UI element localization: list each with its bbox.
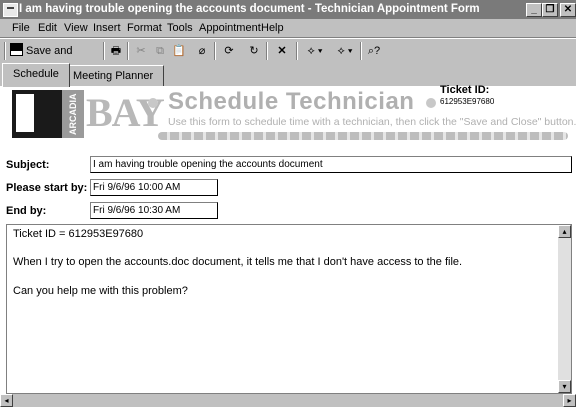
banner-title: Schedule Technician (168, 88, 415, 115)
banner-subtitle: Use this form to schedule time with a te… (168, 116, 576, 128)
scroll-up-icon[interactable]: ▴ (558, 225, 571, 238)
notes-line: Ticket ID = 612953E97680 (13, 228, 144, 240)
ticket-id-value: 612953E97680 (440, 97, 495, 106)
menu-tools[interactable]: Tools (167, 22, 193, 34)
banner: ARCADIA BAY Schedule Technician Use this… (8, 84, 576, 150)
cut-icon[interactable]: ✂ (134, 42, 148, 60)
tab-meeting-planner[interactable]: Meeting Planner (62, 65, 165, 86)
refresh-icon[interactable]: ↻ (246, 42, 262, 60)
toolbar-separator (360, 42, 362, 60)
window-title: I am having trouble opening the accounts… (19, 3, 480, 15)
save-and-close-button[interactable]: Save and Close (10, 42, 100, 75)
logo: ARCADIA (12, 90, 84, 138)
menu-edit[interactable]: Edit (38, 22, 57, 34)
start-field[interactable]: Fri 9/6/96 10:00 AM (90, 179, 218, 196)
start-label: Please start by: (6, 182, 88, 194)
menu-format[interactable]: Format (127, 22, 162, 34)
title-bar: I am having trouble opening the accounts… (0, 0, 576, 19)
paste-icon[interactable]: 📋 (172, 42, 186, 60)
notes-line: Can you help me with this problem? (13, 285, 188, 297)
toolbar-separator (296, 42, 298, 60)
menu-file[interactable]: File (12, 22, 30, 34)
app-icon[interactable] (3, 3, 18, 17)
copy-icon[interactable]: ⧉ (153, 42, 167, 60)
previous-icon[interactable]: ⟡ ▾ (302, 42, 328, 60)
toolbar-separator (214, 42, 216, 60)
scroll-left-icon[interactable]: ◂ (0, 394, 13, 407)
minimize-button[interactable]: _ (526, 3, 542, 17)
end-label: End by: (6, 205, 47, 217)
save-icon (10, 43, 23, 56)
scroll-down-icon[interactable]: ▾ (558, 380, 571, 393)
logo-text: BAY (86, 90, 165, 135)
notes-line: When I try to open the accounts.doc docu… (13, 256, 463, 268)
bullet-dot (148, 98, 158, 108)
toolbar-separator (103, 42, 105, 60)
attach-icon[interactable]: ⌀ (196, 42, 208, 60)
scroll-right-icon[interactable]: ▸ (563, 394, 576, 407)
horizontal-scrollbar[interactable]: ◂ ▸ (0, 394, 576, 407)
delete-icon[interactable]: ✕ (274, 42, 290, 60)
recurrence-icon[interactable]: ⟳ (221, 42, 237, 60)
toolbar-separator (127, 42, 129, 60)
notes-textarea[interactable]: Ticket ID = 612953E97680 When I try to o… (6, 224, 572, 394)
decorative-wave (158, 132, 568, 140)
vertical-scrollbar[interactable]: ▴ ▾ (558, 225, 571, 393)
toolbar-separator (266, 42, 268, 60)
tab-strip: Schedule Meeting Planner (0, 63, 576, 87)
help-icon[interactable]: ⌕? (366, 42, 382, 60)
logo-strip-text: ARCADIA (62, 90, 84, 138)
menu-insert[interactable]: Insert (93, 22, 121, 34)
close-button[interactable]: ✕ (560, 3, 576, 17)
ticket-id-label: Ticket ID: (440, 84, 490, 96)
subject-field[interactable]: I am having trouble opening the accounts… (90, 156, 572, 173)
menu-appointment[interactable]: Appointment (199, 22, 261, 34)
subject-label: Subject: (6, 159, 50, 171)
tab-schedule[interactable]: Schedule (2, 63, 70, 87)
menu-help[interactable]: Help (261, 22, 284, 34)
next-icon[interactable]: ⟡ ▾ (332, 42, 358, 60)
toolbar: Save and Close 🖶 ✂ ⧉ 📋 ⌀ ⟳ ↻ ✕ ⟡ ▾ ⟡ ▾ ⌕… (0, 38, 576, 75)
menu-view[interactable]: View (64, 22, 88, 34)
toolbar-grip (4, 42, 6, 60)
menu-bar: File Edit View Insert Format Tools Appoi… (0, 19, 576, 38)
restore-button[interactable]: ❐ (542, 3, 558, 17)
print-icon[interactable]: 🖶 (108, 42, 124, 60)
bullet-dot (426, 98, 436, 108)
end-field[interactable]: Fri 9/6/96 10:30 AM (90, 202, 218, 219)
